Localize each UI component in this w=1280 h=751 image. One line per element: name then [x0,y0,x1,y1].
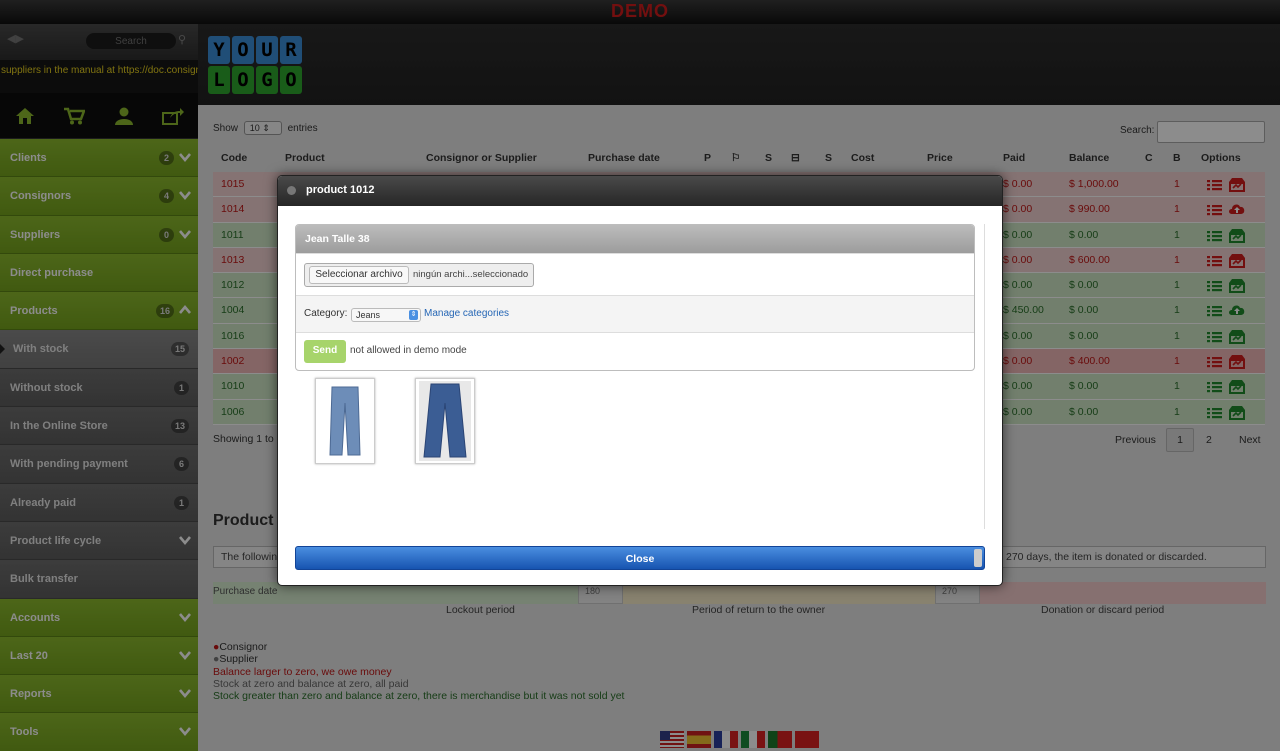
file-chooser[interactable]: Seleccionar archivo ningún archi...selec… [304,263,534,287]
category-value: Jeans [356,310,381,320]
modal-title: product 1012 [306,184,375,196]
choose-file-button[interactable]: Seleccionar archivo [309,266,409,284]
product-image-2[interactable] [415,378,475,464]
category-label: Category: [304,308,348,319]
manage-categories-link[interactable]: Manage categories [424,308,509,319]
send-button[interactable]: Send [304,340,346,363]
send-row: Send not allowed in demo mode [296,332,974,370]
modal-scroll-track[interactable] [984,224,985,529]
category-row: Category: Jeans ⇕ Manage categories [296,295,974,332]
product-name: Jean Talle 38 [296,225,974,253]
file-row: Seleccionar archivo ningún archi...selec… [296,253,974,295]
product-image-1[interactable] [315,378,375,464]
resize-handle[interactable] [974,549,982,567]
modal-titlebar: product 1012 [278,176,1002,206]
select-arrows-icon: ⇕ [409,310,418,320]
file-status: ningún archi...seleccionado [413,269,529,280]
category-select[interactable]: Jeans ⇕ [351,308,421,322]
demo-note: not allowed in demo mode [350,345,467,356]
upload-panel: Jean Talle 38 Seleccionar archivo ningún… [295,224,975,371]
product-modal: product 1012 Jean Talle 38 Seleccionar a… [277,175,1003,586]
close-button[interactable]: Close [295,546,985,570]
close-label: Close [625,553,655,565]
modal-status-icon [287,186,296,195]
